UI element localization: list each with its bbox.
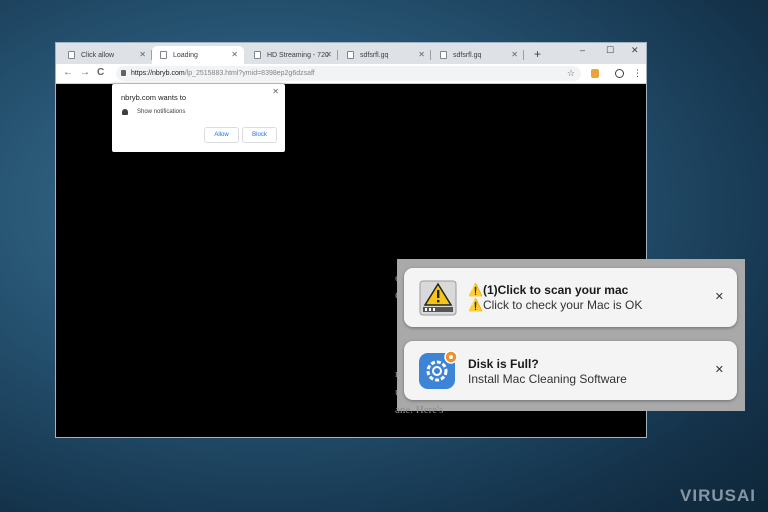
tab-close-icon[interactable]: ✕ bbox=[139, 50, 146, 59]
notification-body: Install Mac Cleaning Software bbox=[468, 372, 627, 386]
page-icon bbox=[160, 51, 167, 59]
tab-sdfsrfl-2[interactable]: sdfsrfl.gq ✕ bbox=[432, 46, 524, 64]
tab-label: Loading bbox=[173, 51, 198, 59]
tab-close-icon[interactable]: ✕ bbox=[325, 50, 332, 59]
tab-click-allow[interactable]: Click allow ✕ bbox=[60, 46, 152, 64]
tab-close-icon[interactable]: ✕ bbox=[511, 50, 518, 59]
notification-title: ⚠️(1)Click to scan your mac bbox=[468, 283, 629, 297]
page-icon bbox=[68, 51, 75, 59]
block-button[interactable]: Block bbox=[242, 127, 277, 143]
tab-label: sdfsrfl.gq bbox=[453, 51, 482, 59]
maximize-button[interactable]: ☐ bbox=[606, 45, 614, 56]
tab-separator bbox=[337, 50, 338, 60]
tab-separator bbox=[523, 50, 524, 60]
tab-strip: Click allow ✕ Loading ✕ HD Streaming - 7… bbox=[56, 43, 646, 64]
tab-loading[interactable]: Loading ✕ bbox=[152, 46, 244, 64]
bell-icon bbox=[122, 109, 128, 115]
reload-button[interactable]: C bbox=[97, 67, 104, 78]
close-window-button[interactable]: ✕ bbox=[631, 45, 639, 56]
prompt-option-label: Show notifications bbox=[137, 109, 186, 115]
tab-label: sdfsrfl.gq bbox=[360, 51, 389, 59]
url-path: /lp_2515883.html?ymid=8398ep2g6dzsaff bbox=[184, 70, 315, 77]
tab-sdfsrfl-1[interactable]: sdfsrfl.gq ✕ bbox=[339, 46, 431, 64]
notification-title: Disk is Full? bbox=[468, 357, 539, 371]
close-icon[interactable]: ✕ bbox=[715, 363, 724, 376]
bookmark-star-icon[interactable]: ☆ bbox=[567, 66, 575, 81]
tab-close-icon[interactable]: ✕ bbox=[418, 50, 425, 59]
profile-avatar-icon[interactable] bbox=[615, 69, 624, 78]
close-icon[interactable]: ✕ bbox=[715, 290, 724, 303]
page-text-fragment: ane. Here's bbox=[395, 404, 444, 416]
tab-separator bbox=[430, 50, 431, 60]
tab-hd-streaming[interactable]: HD Streaming - 720 ✕ bbox=[246, 46, 338, 64]
address-bar[interactable]: https://nbryb.com/lp_2515883.html?ymid=8… bbox=[116, 66, 581, 81]
back-button[interactable]: ← bbox=[63, 67, 73, 78]
forward-button[interactable]: → bbox=[80, 67, 90, 78]
menu-icon[interactable]: ⋮ bbox=[633, 68, 642, 79]
allow-button[interactable]: Allow bbox=[204, 127, 239, 143]
prompt-close-icon[interactable]: ✕ bbox=[272, 87, 279, 96]
page-icon bbox=[440, 51, 447, 59]
lock-icon bbox=[121, 70, 126, 76]
tab-label: Click allow bbox=[81, 51, 115, 59]
url-host: https://nbryb.com bbox=[131, 70, 185, 77]
page-icon bbox=[347, 51, 354, 59]
warning-drive-icon bbox=[419, 280, 457, 316]
tab-close-icon[interactable]: ✕ bbox=[231, 50, 238, 59]
disk-full-notification[interactable]: Disk is Full? Install Mac Cleaning Softw… bbox=[404, 341, 737, 400]
notification-permission-prompt: nbryb.com wants to ✕ Show notifications … bbox=[112, 84, 285, 152]
watermark-logo: VIRUSAI bbox=[680, 486, 756, 505]
new-tab-button[interactable]: + bbox=[534, 47, 541, 61]
gear-settings-icon bbox=[419, 351, 458, 389]
prompt-title: nbryb.com wants to bbox=[121, 93, 187, 102]
notification-center: ⚠️(1)Click to scan your mac ⚠️Click to c… bbox=[397, 259, 745, 411]
scan-mac-notification[interactable]: ⚠️(1)Click to scan your mac ⚠️Click to c… bbox=[404, 268, 737, 327]
browser-toolbar: ← → C https://nbryb.com/lp_2515883.html?… bbox=[56, 64, 646, 84]
extension-icon[interactable] bbox=[591, 69, 599, 78]
notification-body: ⚠️Click to check your Mac is OK bbox=[468, 298, 643, 312]
tab-label: HD Streaming - 720 bbox=[267, 51, 329, 59]
minimize-button[interactable]: – bbox=[580, 45, 585, 55]
page-icon bbox=[254, 51, 261, 59]
